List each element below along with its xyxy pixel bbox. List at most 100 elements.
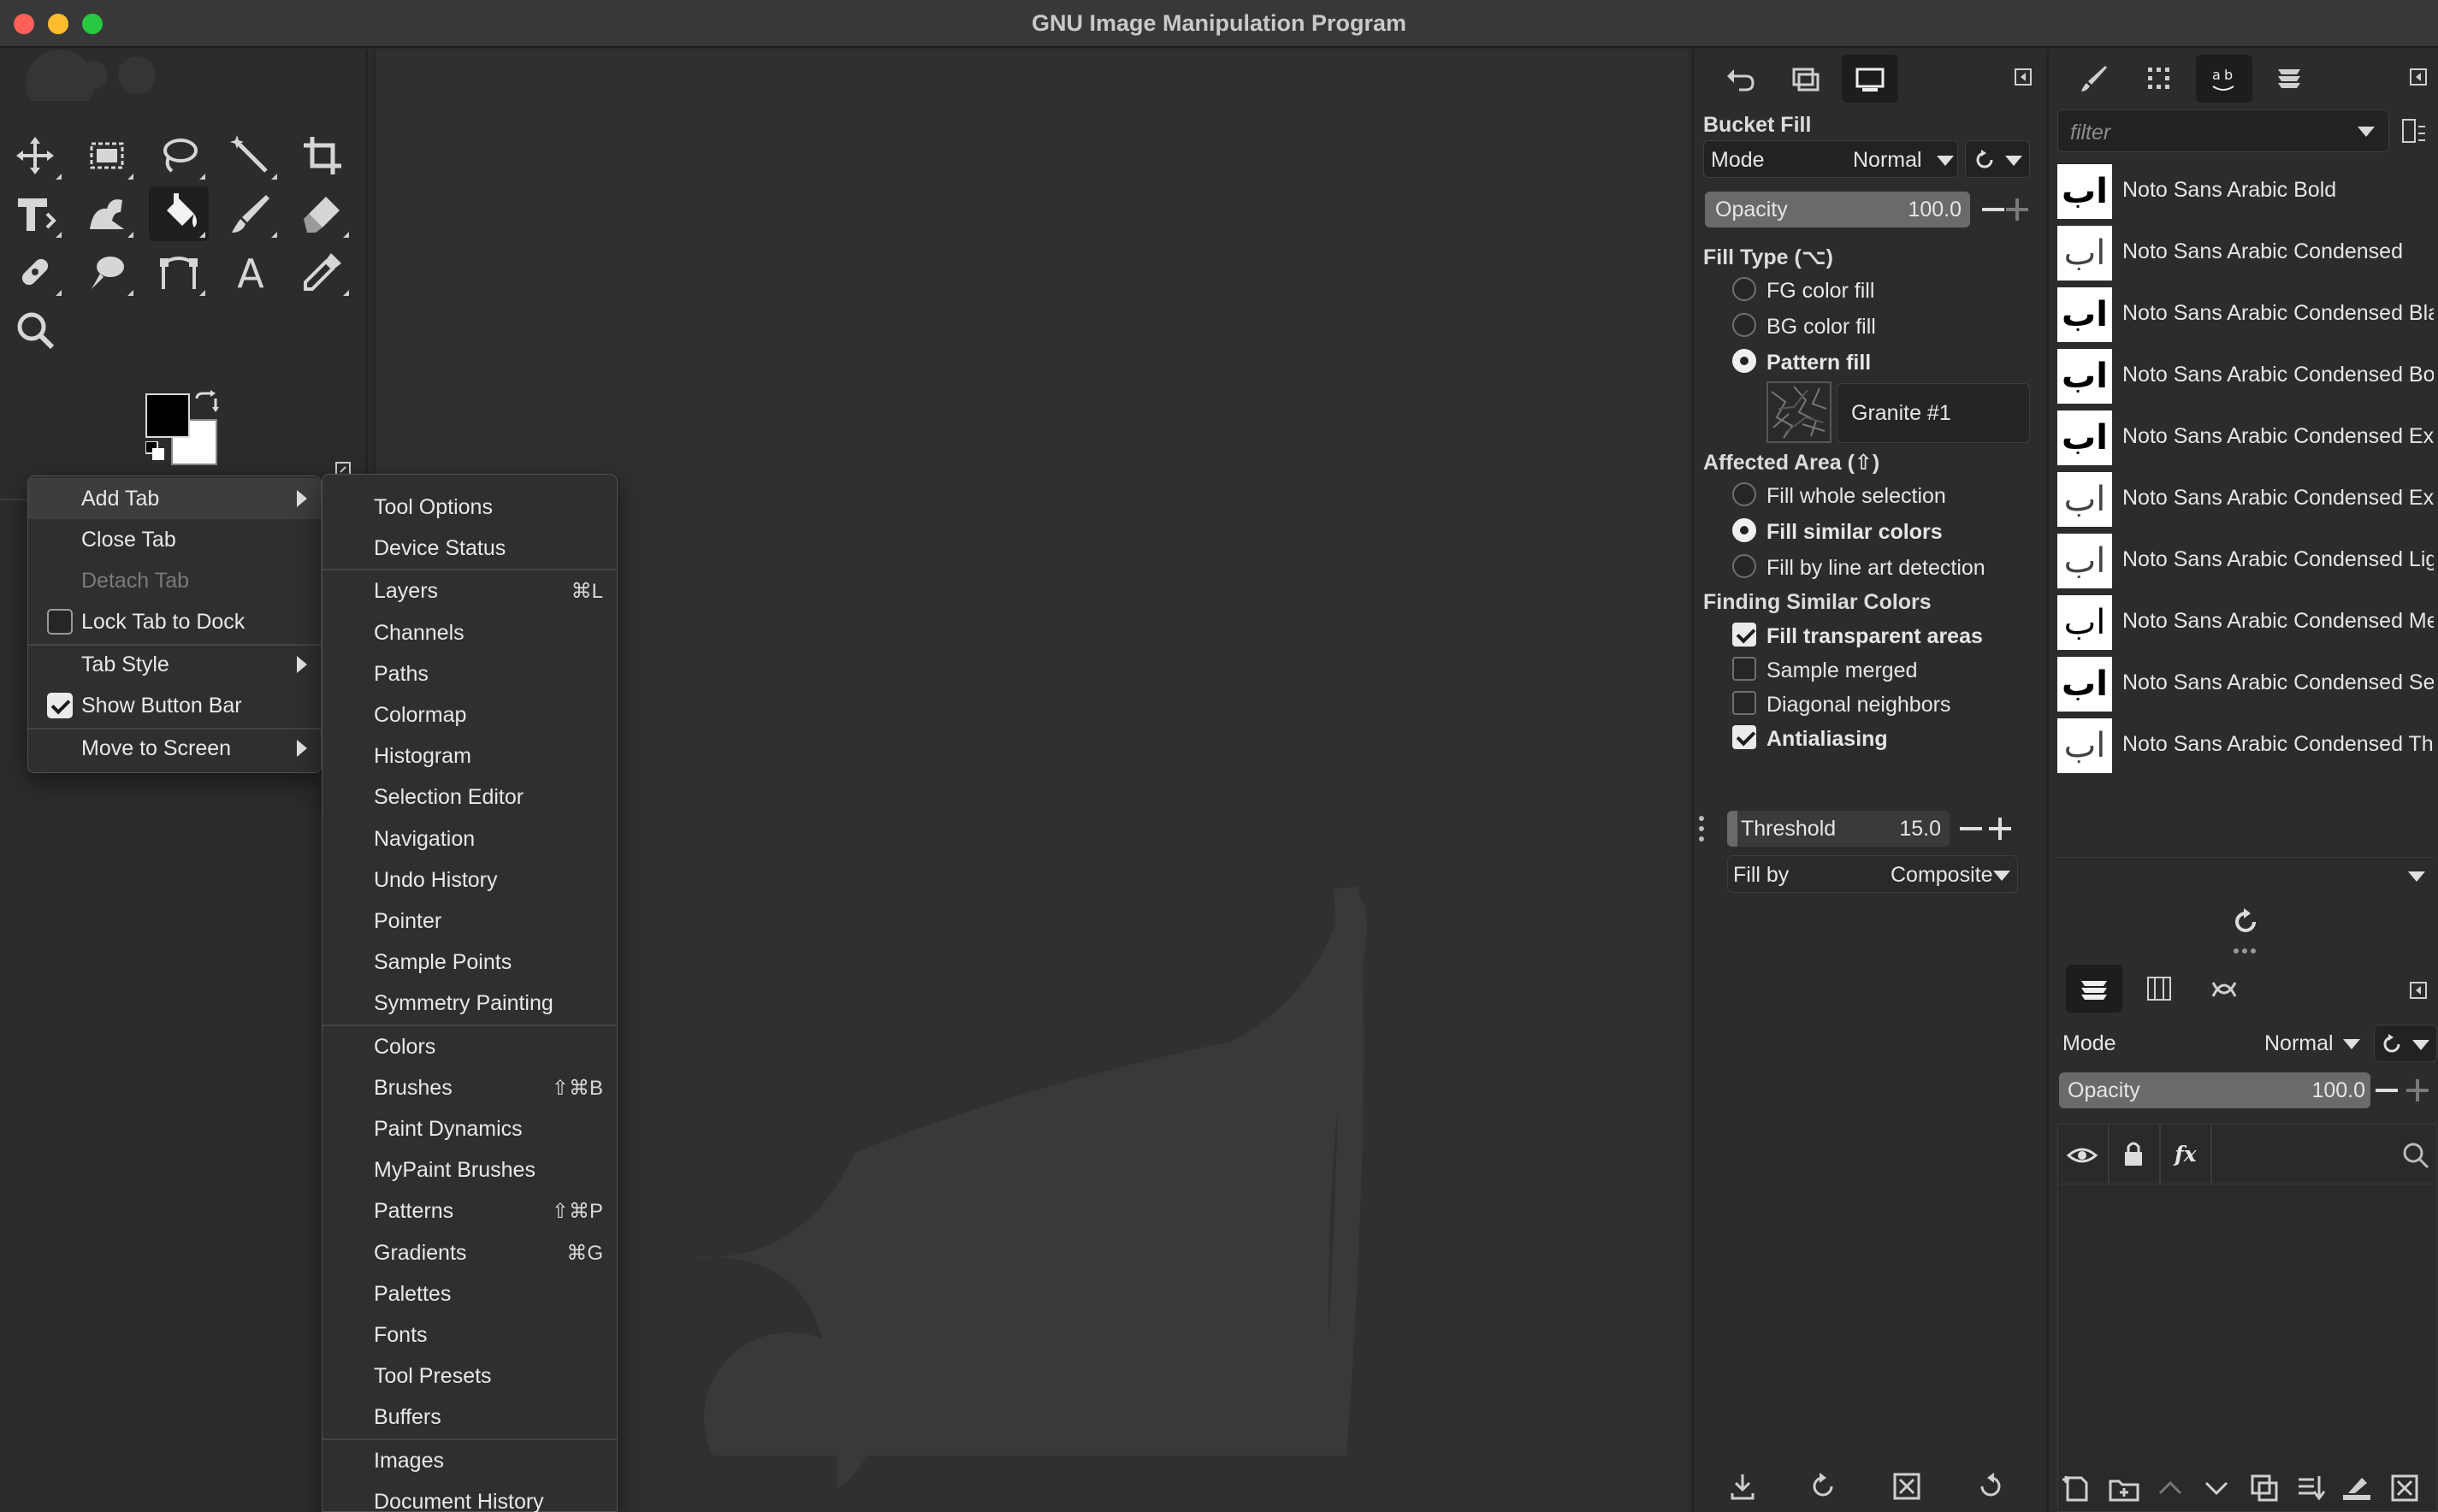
submenu-item-mypaint-brushes[interactable]: MyPaint Brushes bbox=[323, 1149, 617, 1190]
smudge-tool-icon[interactable] bbox=[77, 245, 137, 299]
menu-item-add-tab[interactable]: Add Tab bbox=[28, 478, 321, 519]
submenu-item-buffers[interactable]: Buffers bbox=[323, 1397, 617, 1438]
tab-device-status[interactable] bbox=[1777, 55, 1833, 103]
search-icon[interactable] bbox=[2400, 1140, 2431, 1171]
layer-opacity-increase-button[interactable] bbox=[2406, 1079, 2429, 1102]
text-tool-icon[interactable]: A bbox=[221, 245, 281, 299]
submenu-item-channels[interactable]: Channels bbox=[323, 612, 617, 653]
submenu-item-histogram[interactable]: Histogram bbox=[323, 735, 617, 777]
drag-handle-icon[interactable] bbox=[1696, 814, 1707, 843]
font-list-item[interactable]: اب Noto Sans Arabic Condensed Lig bbox=[2057, 530, 2434, 590]
submenu-item-layers[interactable]: Layers ⌘L bbox=[323, 570, 617, 611]
bg-color-fill-radio[interactable] bbox=[1732, 313, 1756, 337]
tab-gradients[interactable] bbox=[2261, 55, 2317, 103]
opacity-increase-button[interactable] bbox=[2006, 198, 2028, 221]
delete-layer-icon[interactable] bbox=[2388, 1471, 2422, 1505]
pattern-fill-radio[interactable] bbox=[1732, 349, 1756, 373]
submenu-item-tool-options[interactable]: Tool Options bbox=[323, 487, 617, 528]
menu-item-tab-style[interactable]: Tab Style bbox=[28, 644, 321, 685]
merge-layer-icon[interactable] bbox=[2293, 1471, 2328, 1505]
font-filter-field[interactable]: filter bbox=[2057, 109, 2389, 152]
tag-filter-icon[interactable] bbox=[2400, 116, 2429, 145]
tab-patterns[interactable] bbox=[2131, 55, 2187, 103]
lower-layer-icon[interactable] bbox=[2199, 1471, 2234, 1505]
foreground-color-swatch[interactable] bbox=[145, 393, 190, 438]
fill-whole-selection-radio[interactable] bbox=[1732, 482, 1756, 506]
diagonal-neighbors-checkbox[interactable] bbox=[1732, 691, 1756, 715]
layer-opacity-decrease-button[interactable] bbox=[2376, 1089, 2398, 1092]
fuzzy-select-tool-icon[interactable] bbox=[221, 128, 281, 183]
heal-tool-icon[interactable] bbox=[5, 245, 65, 299]
pane-resize-handle-icon[interactable] bbox=[2232, 946, 2258, 956]
submenu-item-navigation[interactable]: Navigation bbox=[323, 818, 617, 859]
tab-tool-options[interactable] bbox=[1842, 55, 1898, 103]
fill-line-art-radio[interactable] bbox=[1732, 554, 1756, 578]
threshold-slider[interactable]: Threshold 15.0 bbox=[1727, 811, 1950, 847]
pattern-preview[interactable] bbox=[1766, 381, 1831, 443]
font-list-item[interactable]: اب Noto Sans Arabic Condensed Bla bbox=[2057, 284, 2434, 344]
submenu-item-patterns[interactable]: Patterns ⇧⌘P bbox=[323, 1190, 617, 1231]
paintbrush-tool-icon[interactable] bbox=[221, 186, 281, 241]
font-list-item[interactable]: اب Noto Sans Arabic Condensed Ex bbox=[2057, 469, 2434, 529]
eraser-tool-icon[interactable] bbox=[293, 186, 352, 241]
submenu-item-gradients[interactable]: Gradients ⌘G bbox=[323, 1232, 617, 1273]
submenu-item-images[interactable]: Images bbox=[323, 1440, 617, 1481]
menu-item-show-button-bar[interactable]: Show Button Bar bbox=[28, 685, 321, 726]
bucket-fill-tool-icon[interactable] bbox=[149, 186, 209, 241]
submenu-item-colormap[interactable]: Colormap bbox=[323, 694, 617, 735]
submenu-item-symmetry-painting[interactable]: Symmetry Painting bbox=[323, 983, 617, 1024]
font-list-item[interactable]: اب Noto Sans Arabic Condensed bbox=[2057, 222, 2434, 282]
reset-mode-button[interactable] bbox=[1965, 140, 2030, 178]
tab-channels[interactable] bbox=[2131, 965, 2187, 1013]
opacity-slider[interactable]: Opacity 100.0 bbox=[1705, 192, 1970, 227]
layer-reset-mode-button[interactable] bbox=[2374, 1025, 2437, 1062]
menu-item-close-tab[interactable]: Close Tab bbox=[28, 519, 321, 560]
submenu-item-fonts[interactable]: Fonts bbox=[323, 1314, 617, 1355]
submenu-item-palettes[interactable]: Palettes bbox=[323, 1273, 617, 1314]
reset-tool-options-icon[interactable] bbox=[1973, 1469, 2008, 1503]
color-picker-tool-icon[interactable] bbox=[293, 245, 352, 299]
chevron-down-icon[interactable] bbox=[2408, 871, 2425, 882]
fx-icon[interactable]: fx bbox=[2175, 1142, 2197, 1166]
rect-select-tool-icon[interactable] bbox=[77, 128, 137, 183]
dock-menu-icon[interactable] bbox=[2408, 67, 2429, 87]
font-list-item[interactable]: اب Noto Sans Arabic Condensed Th bbox=[2057, 715, 2434, 775]
layer-mode-dropdown[interactable]: Mode Normal bbox=[2057, 1025, 2369, 1062]
raise-layer-icon[interactable] bbox=[2153, 1471, 2187, 1505]
tab-fonts[interactable]: ab bbox=[2196, 55, 2252, 103]
zoom-tool-icon[interactable] bbox=[5, 303, 65, 357]
lock-icon[interactable] bbox=[2118, 1138, 2149, 1169]
font-list-item[interactable]: اب Noto Sans Arabic Condensed Se bbox=[2057, 653, 2434, 713]
crop-tool-icon[interactable] bbox=[293, 128, 352, 183]
eye-icon[interactable] bbox=[2067, 1140, 2098, 1171]
fg-color-fill-radio[interactable] bbox=[1732, 277, 1756, 301]
dock-menu-icon[interactable] bbox=[2408, 980, 2429, 1001]
pattern-name-field[interactable]: Granite #1 bbox=[1837, 383, 2030, 443]
submenu-item-tool-presets[interactable]: Tool Presets bbox=[323, 1355, 617, 1397]
threshold-increase-button[interactable] bbox=[1989, 818, 2011, 840]
menu-item-move-to-screen[interactable]: Move to Screen bbox=[28, 728, 321, 769]
submenu-item-pointer[interactable]: Pointer bbox=[323, 901, 617, 942]
fill-transparent-areas-checkbox[interactable] bbox=[1732, 623, 1756, 647]
default-colors-icon[interactable] bbox=[145, 441, 164, 460]
font-list-item[interactable]: اب Noto Sans Arabic Condensed Bo bbox=[2057, 346, 2434, 405]
lasso-tool-icon[interactable] bbox=[149, 128, 209, 183]
fill-by-dropdown[interactable]: Fill by Composite bbox=[1727, 855, 2018, 893]
font-list-item[interactable]: اب Noto Sans Arabic Bold bbox=[2057, 161, 2434, 221]
refresh-fonts-icon[interactable] bbox=[2228, 905, 2263, 939]
submenu-item-undo-history[interactable]: Undo History bbox=[323, 859, 617, 901]
submenu-item-brushes[interactable]: Brushes ⇧⌘B bbox=[323, 1067, 617, 1108]
opacity-decrease-button[interactable] bbox=[1982, 208, 2004, 211]
duplicate-layer-icon[interactable] bbox=[2247, 1471, 2281, 1505]
fill-similar-colors-radio[interactable] bbox=[1732, 518, 1756, 542]
dock-menu-icon[interactable] bbox=[2013, 67, 2033, 87]
add-mask-icon[interactable] bbox=[2340, 1471, 2374, 1505]
warp-transform-tool-icon[interactable] bbox=[77, 186, 137, 241]
sample-merged-checkbox[interactable] bbox=[1732, 657, 1756, 681]
tab-undo-history[interactable] bbox=[1712, 55, 1768, 103]
move-tool-icon[interactable] bbox=[5, 128, 65, 183]
submenu-item-selection-editor[interactable]: Selection Editor bbox=[323, 777, 617, 818]
antialiasing-checkbox[interactable] bbox=[1732, 725, 1756, 749]
new-layer-group-icon[interactable] bbox=[2107, 1471, 2141, 1505]
new-layer-icon[interactable] bbox=[2059, 1471, 2093, 1505]
